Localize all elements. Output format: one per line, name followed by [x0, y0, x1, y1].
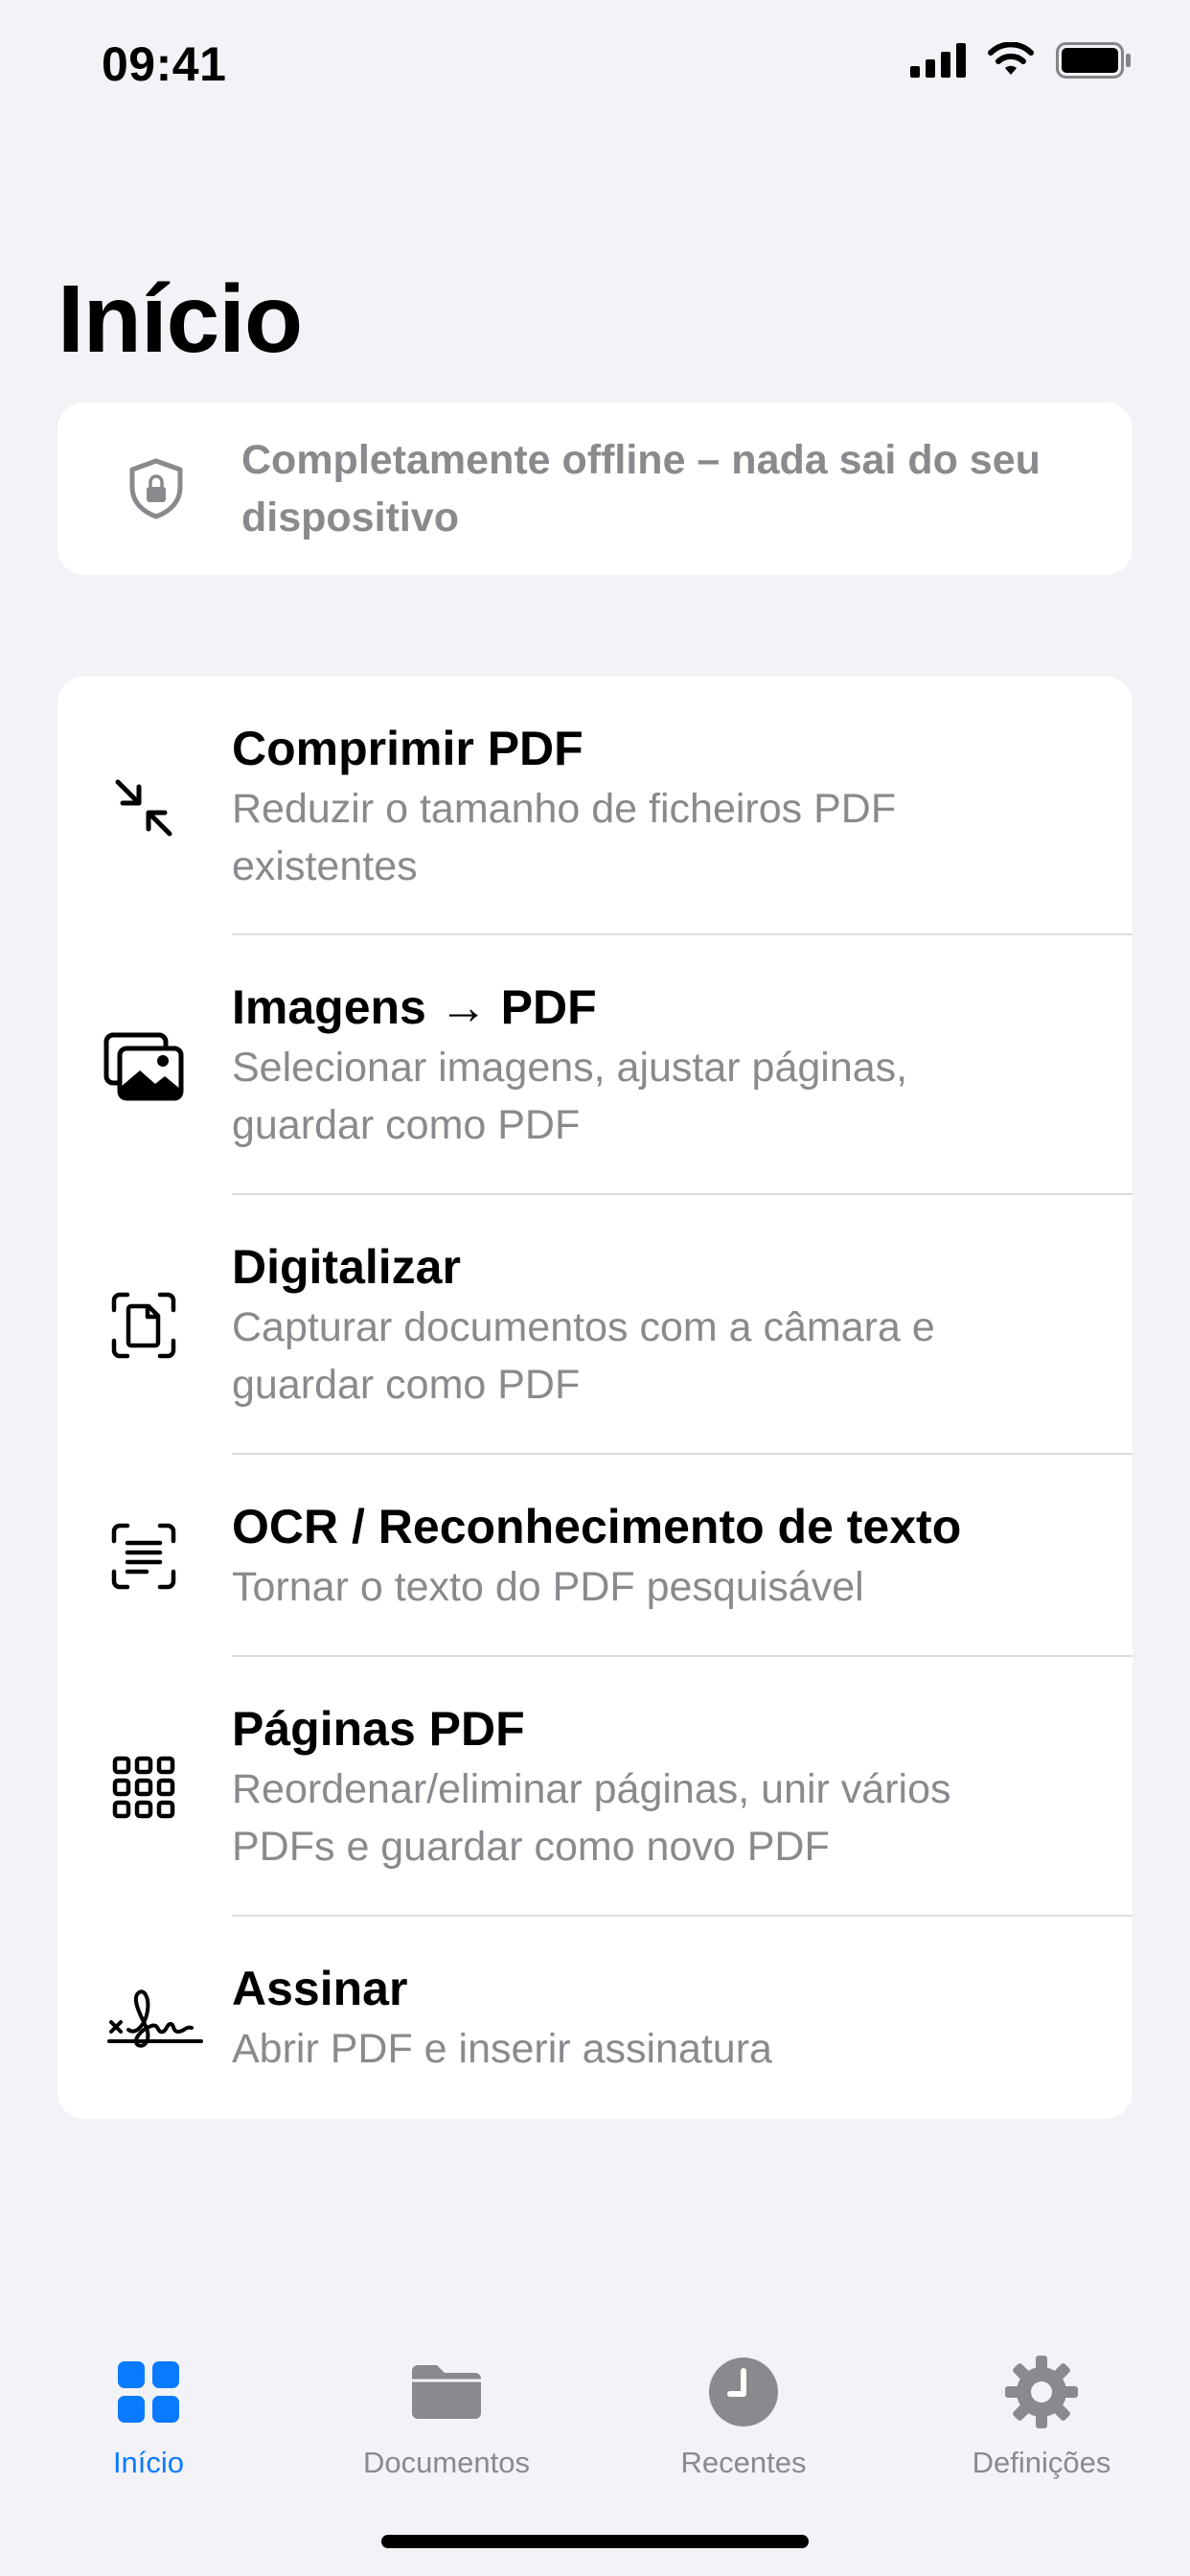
battery-icon: [1056, 42, 1131, 79]
cellular-signal-icon: [910, 43, 966, 78]
tool-row-ocr[interactable]: OCR / Reconhecimento de texto Tornar o t…: [57, 1455, 1133, 1657]
home-indicator: [381, 2535, 809, 2548]
tool-row-images-to-pdf[interactable]: Imagens → PDF Selecionar imagens, ajusta…: [57, 935, 1133, 1195]
description-line: PDFs e guardar como novo PDF: [232, 1824, 830, 1870]
tab-label: Início: [112, 2446, 185, 2479]
home-screen: 09:41 Início Completamente offline – nad…: [0, 0, 1190, 2576]
tab-recentes[interactable]: Recentes: [629, 2354, 858, 2480]
offline-text: Completamente offline – nada sai do seu …: [241, 437, 1041, 540]
tab-label: Recentes: [680, 2446, 807, 2479]
tool-title: Assinar: [232, 1962, 408, 2015]
description-line: Reduzir o tamanho de ficheiros PDF: [232, 786, 897, 832]
description-line: Selecionar imagens, ajustar páginas,: [232, 1045, 908, 1091]
compress-arrows-icon: [98, 762, 190, 854]
tab-inicio[interactable]: Início: [34, 2354, 263, 2480]
tool-row-sign[interactable]: Assinar Abrir PDF e inserir assinatura: [57, 1917, 1133, 2119]
gear-icon: [1005, 2356, 1078, 2428]
tool-title: Digitalizar: [232, 1240, 461, 1294]
offline-banner: Completamente offline – nada sai do seu …: [57, 402, 1133, 575]
tool-row-pdf-pages[interactable]: Páginas PDF Reordenar/eliminar páginas, …: [57, 1657, 1133, 1917]
status-time: 09:41: [102, 37, 227, 91]
description-line: existentes: [232, 843, 418, 889]
description-line: Reordenar/eliminar páginas, unir vários: [232, 1766, 951, 1812]
tool-title: OCR / Reconhecimento de texto: [232, 1500, 962, 1553]
photos-icon: [98, 1021, 190, 1113]
tool-title: Páginas PDF: [232, 1702, 525, 1756]
description-line: Capturar documentos com a câmara e: [232, 1304, 935, 1350]
tool-title: Comprimir PDF: [232, 722, 584, 775]
tab-label: Documentos: [362, 2446, 531, 2479]
wifi-icon: [988, 42, 1034, 75]
signature-icon: [105, 1972, 205, 2064]
tab-definicoes[interactable]: Definições: [927, 2354, 1156, 2480]
tools-list: Comprimir PDF Reduzir o tamanho de fiche…: [57, 677, 1133, 2119]
tool-row-scan[interactable]: Digitalizar Capturar documentos com a câ…: [57, 1195, 1133, 1455]
tool-description: Abrir PDF e inserir assinatura: [232, 2020, 1094, 2078]
status-icons: [910, 42, 1133, 79]
tool-description: Capturar documentos com a câmara e guard…: [232, 1299, 1094, 1414]
description-line: Tornar o texto do PDF pesquisável: [232, 1564, 864, 1610]
lock-shield-icon: [129, 458, 183, 519]
status-bar: 09:41: [0, 0, 1190, 134]
page-title: Início: [57, 265, 303, 373]
clock-icon: [709, 2358, 778, 2426]
grid-icon: [118, 2361, 179, 2423]
folder-icon: [412, 2365, 481, 2419]
tool-description: Selecionar imagens, ajustar páginas, gua…: [232, 1039, 1094, 1154]
tool-description: Tornar o texto do PDF pesquisável: [232, 1558, 1094, 1616]
tool-description: Reordenar/eliminar páginas, unir vários …: [232, 1760, 1094, 1875]
document-scanner-icon: [98, 1279, 190, 1371]
text-viewfinder-icon: [98, 1510, 190, 1602]
description-line: Abrir PDF e inserir assinatura: [232, 2026, 772, 2072]
description-line: guardar como PDF: [232, 1102, 581, 1148]
tab-label: Definições: [972, 2446, 1111, 2479]
grid-icon: [98, 1741, 190, 1833]
tool-title: Imagens → PDF: [232, 980, 597, 1034]
tab-documentos[interactable]: Documentos: [332, 2354, 561, 2480]
tool-row-compress[interactable]: Comprimir PDF Reduzir o tamanho de fiche…: [57, 677, 1133, 935]
tool-description: Reduzir o tamanho de ficheiros PDF exist…: [232, 780, 1094, 895]
description-line: guardar como PDF: [232, 1362, 581, 1408]
